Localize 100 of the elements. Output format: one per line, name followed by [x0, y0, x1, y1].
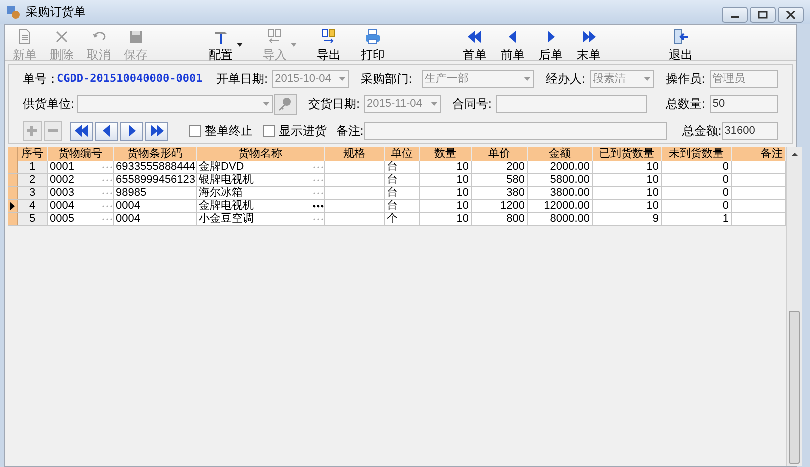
row-indicator[interactable]	[8, 200, 18, 212]
table-cell: 5800.00	[550, 174, 590, 186]
hammer-icon	[213, 29, 229, 45]
column-header[interactable]: 货物名称	[197, 147, 325, 161]
toolbar-button[interactable]: 首单	[459, 25, 491, 62]
key-icon	[278, 97, 292, 111]
table-cell: 2000.00	[550, 160, 590, 174]
nav-button[interactable]	[120, 122, 143, 140]
table-cell: 8000.00	[550, 212, 590, 226]
table-cell: 10	[456, 212, 469, 226]
table-cell: 0	[722, 186, 729, 200]
total-quantity-field[interactable]: 50	[710, 95, 778, 113]
toolbar-button[interactable]: 末单	[573, 25, 605, 62]
toolbar-button[interactable]: 配置	[205, 25, 247, 62]
table-cell: 3	[29, 186, 36, 200]
window-title: 采购订货单	[26, 4, 86, 21]
checkbox[interactable]	[189, 125, 201, 137]
scrollbar-thumb[interactable]	[789, 311, 800, 464]
table-cell: 3800.00	[550, 186, 590, 200]
supplier-dropdown[interactable]	[77, 95, 273, 113]
table-cell: 金牌DVD	[199, 160, 244, 174]
column-header[interactable]: 数量	[420, 147, 472, 161]
column-header[interactable]: 备注	[732, 147, 786, 161]
printer-icon	[365, 29, 381, 45]
field-label: 交货日期:	[308, 96, 361, 113]
nav-button[interactable]	[145, 122, 168, 140]
search-button[interactable]	[274, 94, 297, 114]
order-number: CGDD-201510040000-0001	[57, 70, 204, 87]
contract-number-field[interactable]	[496, 95, 647, 113]
field-label: 经办人:	[546, 71, 586, 88]
column-header[interactable]: 货物编号	[48, 147, 114, 161]
toolbar-button[interactable]: 前单	[497, 25, 529, 62]
close-button[interactable]	[778, 7, 804, 23]
column-header[interactable]: 未到货数量	[662, 147, 732, 161]
table-cell: 台	[387, 186, 398, 200]
column-header[interactable]: 单位	[385, 147, 420, 161]
add-row-button[interactable]	[23, 121, 42, 141]
table-cell: 200	[506, 160, 525, 174]
table-cell: 0003	[50, 186, 74, 200]
column-header[interactable]: 序号	[18, 147, 48, 161]
table-cell: 1	[722, 212, 729, 226]
table-cell: 小金豆空调	[199, 212, 254, 226]
dropdown-caret-icon	[262, 102, 270, 106]
double-right-arrow-icon	[148, 123, 164, 139]
current-row-icon	[10, 202, 15, 210]
toolbar-button[interactable]: 后单	[535, 25, 567, 62]
table-cell: 4	[29, 200, 36, 212]
table-cell: 0001	[50, 160, 74, 174]
field-label: 备注:	[336, 123, 364, 140]
dropdown-caret-icon	[524, 77, 532, 81]
table-cell: 6933555888444	[116, 160, 196, 174]
double-left-arrow-icon	[467, 29, 483, 45]
field-label: 总数量:	[666, 96, 707, 113]
dropdown-caret-icon	[291, 43, 297, 47]
double-right-arrow-icon	[581, 29, 597, 45]
column-header[interactable]: 金额	[528, 147, 593, 161]
nav-button[interactable]	[95, 122, 118, 140]
nav-button[interactable]	[70, 122, 93, 140]
field-label: 合同号:	[452, 96, 493, 113]
door-exit-icon	[673, 29, 689, 45]
checkbox[interactable]	[263, 125, 275, 137]
remove-row-button[interactable]	[44, 121, 62, 141]
table-cell: 10	[456, 160, 469, 174]
remark-field[interactable]	[364, 122, 667, 140]
table-cell: 2	[29, 174, 36, 186]
table-cell: 台	[387, 174, 398, 186]
table-cell: 580	[506, 174, 525, 186]
dropdown-caret-icon	[237, 43, 243, 47]
table-cell: 9	[652, 212, 659, 226]
maximize-button[interactable]	[750, 7, 776, 23]
table-cell: 0004	[116, 200, 140, 212]
table-cell: 0	[722, 200, 729, 212]
table-cell: 0005	[50, 212, 74, 226]
toolbar-button[interactable]: 打印	[357, 25, 389, 62]
toolbar-button[interactable]: 退出	[665, 25, 697, 62]
ellipsis-icon[interactable]	[313, 204, 324, 208]
column-header[interactable]: 规格	[325, 147, 385, 161]
checkbox-label: 整单终止	[205, 123, 253, 140]
minimize-button[interactable]	[722, 7, 748, 23]
column-header[interactable]: 货物条形码	[114, 147, 197, 161]
table-cell: 0004	[50, 200, 74, 212]
toolbar-button[interactable]: 导出	[313, 25, 345, 62]
table-cell: 10	[646, 174, 659, 186]
table-cell: 0	[722, 174, 729, 186]
table-cell: 1200	[500, 200, 525, 212]
column-header[interactable]: 单价	[472, 147, 528, 161]
table-cell: 10	[646, 200, 659, 212]
table-cell: 银牌电视机	[199, 174, 254, 186]
table-cell: 10	[456, 200, 469, 212]
header-corner	[8, 147, 18, 161]
column-header[interactable]: 已到货数量	[593, 147, 662, 161]
dropdown-caret-icon	[644, 77, 652, 81]
export-icon	[321, 29, 337, 45]
scrollbar[interactable]	[786, 147, 802, 466]
document-icon	[17, 29, 33, 45]
table-cell: 台	[387, 200, 398, 212]
total-amount-field[interactable]: 31600	[722, 122, 778, 140]
table-cell: 5	[29, 212, 36, 226]
field-label: 总金额:	[682, 123, 722, 140]
table-cell: 10	[646, 160, 659, 174]
